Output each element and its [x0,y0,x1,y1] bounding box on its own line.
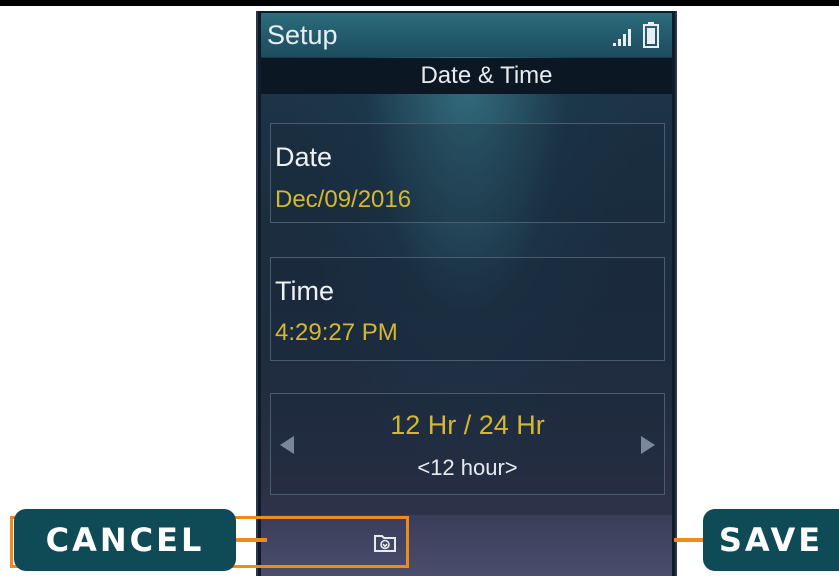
time-value: 4:29:27 PM [275,319,398,346]
date-label: Date [275,142,333,172]
time-format-selector[interactable]: 12 Hr / 24 Hr <12 hour> [270,393,665,495]
save-callout-label: SAVE [703,509,839,571]
top-edge-bar [0,0,839,6]
time-label: Time [275,276,334,306]
right-arrow-icon[interactable] [641,436,655,454]
phone-device: Setup Date & Time Date Dec/09/2016 Time … [256,11,677,576]
time-format-value: <12 hour> [417,455,518,480]
save-softkey[interactable] [213,516,409,568]
cancel-callout-label: CANCEL [14,509,236,571]
status-title: Setup [267,20,338,50]
time-setting-item[interactable]: Time 4:29:27 PM [270,257,665,361]
battery-icon [643,22,659,48]
time-format-title: 12 Hr / 24 Hr [390,410,545,440]
cancel-callout-connector [234,538,267,542]
save-callout-connector [674,538,705,542]
signal-bars-icon [613,29,631,46]
status-bar: Setup [261,13,672,57]
date-value: Dec/09/2016 [275,186,412,213]
date-setting-item[interactable]: Date Dec/09/2016 [270,123,665,223]
phone-screen: Setup Date & Time Date Dec/09/2016 Time … [261,13,672,576]
save-folder-icon [374,535,396,552]
page-title: Date & Time [261,58,672,94]
